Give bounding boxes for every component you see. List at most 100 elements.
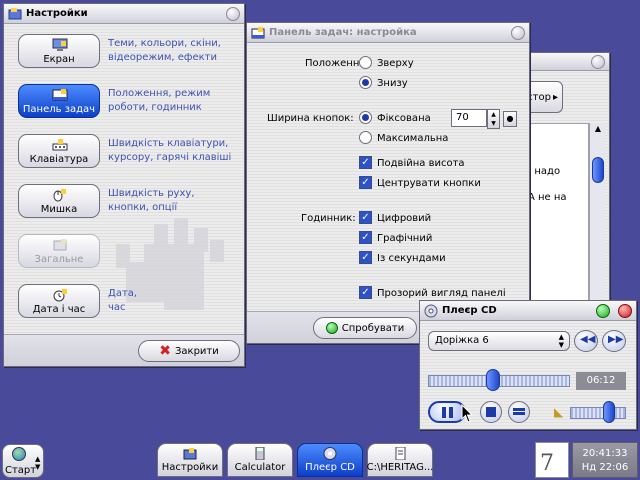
double-height-checkbox[interactable]: ✓ [359, 156, 372, 169]
try-button[interactable]: Спробувати [313, 317, 417, 339]
width-fixed-radio[interactable] [359, 111, 372, 124]
cd-disc-icon [424, 304, 438, 318]
digital-clock-checkbox[interactable]: ✓ [359, 211, 372, 224]
volume-slider[interactable] [570, 407, 626, 419]
background-text-area: , надо А не на [521, 123, 589, 313]
clock-widget[interactable]: 20:41:33 Нд 22:06 [572, 442, 638, 478]
transparent-panel-checkbox[interactable]: ✓ [359, 286, 372, 299]
mouse-settings-description: Швидкість руху, кнопки, опції [108, 188, 195, 213]
document-icon [393, 446, 407, 461]
datetime-settings-label: Дата і час [32, 304, 86, 315]
graphic-clock-label: Графічний [377, 233, 433, 244]
start-button[interactable]: Старт ▲ ▼ [2, 444, 44, 478]
clock-icon [52, 288, 68, 302]
previous-track-button[interactable]: ◀◀ [574, 330, 598, 352]
general-settings-button: Загальне [18, 234, 100, 268]
scrollbar[interactable]: ▲ [589, 123, 605, 313]
taskbar-item-label: Настройки [161, 462, 219, 473]
settings-titlebar[interactable]: Настройки [4, 4, 244, 24]
taskbar-settings-label: Панель задач [22, 104, 96, 115]
taskbar-config-window: Панель задач: настройка Положення: Зверх… [246, 22, 530, 344]
start-arrows-icon: ▲ ▼ [35, 455, 41, 471]
center-buttons-checkbox[interactable]: ✓ [359, 176, 372, 189]
next-track-button[interactable]: ▶▶ [602, 330, 626, 352]
position-top-radio[interactable] [359, 56, 372, 69]
general-settings-icon [52, 238, 68, 252]
close-button[interactable]: ✖ Закрити [138, 340, 240, 362]
width-reset-button[interactable]: ● [503, 111, 517, 127]
cd-player-minimize-button[interactable] [596, 304, 610, 318]
background-text-line: А не на [528, 192, 567, 203]
track-select[interactable]: Доріжка 6 ▲ ▼ [428, 331, 570, 351]
mouse-icon [52, 188, 68, 202]
time-display: 06:12 [576, 372, 626, 390]
dropdown-arrows-icon: ▲ ▼ [558, 333, 564, 349]
start-label: Старт [5, 465, 37, 476]
cd-player-title: Плеєр CD [442, 305, 497, 316]
taskbar-item-label: Плеєр CD [305, 462, 355, 473]
taskbar-item-label: C:\HERITAG... [366, 462, 434, 473]
eject-icon [513, 408, 525, 411]
stop-button[interactable] [480, 401, 502, 423]
graphic-clock-checkbox[interactable]: ✓ [359, 231, 372, 244]
position-bottom-label: Знизу [377, 78, 408, 89]
monitor-icon [52, 38, 68, 52]
mouse-settings-button[interactable]: Мишка [18, 184, 100, 218]
width-max-label: Максимальна [377, 133, 449, 144]
background-window-button-label: стор [527, 91, 551, 103]
volume-slider-thumb[interactable] [603, 401, 615, 423]
keyboard-settings-description: Швидкість клавіатури, курсору, гарячі кл… [108, 138, 232, 163]
taskbar-item-cd-player[interactable]: Плеєр CD [297, 443, 363, 477]
datetime-settings-description: Дата, час [108, 288, 138, 313]
seconds-checkbox[interactable]: ✓ [359, 251, 372, 264]
track-progress-thumb[interactable] [485, 369, 500, 391]
pause-icon [442, 407, 446, 418]
keyboard-settings-button[interactable]: Клавіатура [18, 134, 100, 168]
screen-settings-button[interactable]: Екран [18, 34, 100, 68]
screen-settings-label: Екран [43, 54, 75, 65]
double-height-label: Подвійна висота [377, 158, 465, 169]
cd-player-titlebar[interactable]: Плеєр CD [420, 301, 636, 321]
spinner-down-icon[interactable]: ▼ [488, 119, 499, 128]
taskbar-config-close-button[interactable] [511, 26, 525, 40]
taskbar-config-app-icon [251, 26, 265, 40]
screen-settings-description: Теми, кольори, скіни, відеорежим, ефекти [108, 38, 221, 63]
close-x-icon: ✖ [159, 343, 171, 359]
calendar-day: 7 [540, 451, 554, 476]
background-text-line: , надо [528, 166, 561, 177]
spinner-up-icon[interactable]: ▲ [488, 110, 499, 119]
calculator-icon [253, 446, 267, 461]
globe-icon [12, 447, 26, 461]
settings-close-button[interactable] [226, 7, 240, 21]
eject-button[interactable] [508, 401, 530, 423]
taskbar-item-calculator[interactable]: Calculator [227, 443, 293, 477]
taskbar-config-titlebar[interactable]: Панель задач: настройка [247, 23, 529, 43]
button-width-label: Ширина кнопок: [267, 113, 354, 124]
settings-app-icon [8, 7, 22, 21]
taskbar-settings-button[interactable]: Панель задач [18, 84, 100, 118]
width-spinner[interactable]: ▲ ▼ [487, 109, 500, 129]
mouse-cursor-icon [461, 404, 474, 423]
cd-player-close-button[interactable] [618, 304, 632, 318]
calendar-widget[interactable]: 7 [535, 442, 569, 478]
previous-icon: ◀◀ [580, 334, 596, 345]
width-fixed-label: Фіксована [377, 113, 431, 124]
datetime-settings-button[interactable]: Дата і час [18, 284, 100, 318]
scrollbar-thumb[interactable] [592, 157, 604, 183]
clock-label: Годинник: [301, 213, 356, 224]
settings-task-icon [183, 447, 197, 460]
position-bottom-radio[interactable] [359, 76, 372, 89]
taskbar-icon [52, 88, 68, 102]
background-window: стор ▸ , надо А не на ▲ [520, 52, 610, 314]
background-window-titlebar[interactable] [521, 53, 609, 71]
background-window-close-button[interactable] [591, 55, 605, 69]
scroll-up-arrow-icon[interactable]: ▲ [592, 124, 604, 136]
width-max-radio[interactable] [359, 131, 372, 144]
pause-icon-bar [449, 407, 453, 418]
taskbar-item-file-manager[interactable]: C:\HERITAG... [367, 443, 433, 477]
settings-title: Настройки [26, 8, 88, 19]
taskbar-item-settings[interactable]: Настройки [157, 443, 223, 477]
volume-icon: ◣ [554, 405, 564, 419]
width-value-input[interactable]: 70 [451, 109, 487, 127]
keyboard-icon [52, 138, 68, 152]
